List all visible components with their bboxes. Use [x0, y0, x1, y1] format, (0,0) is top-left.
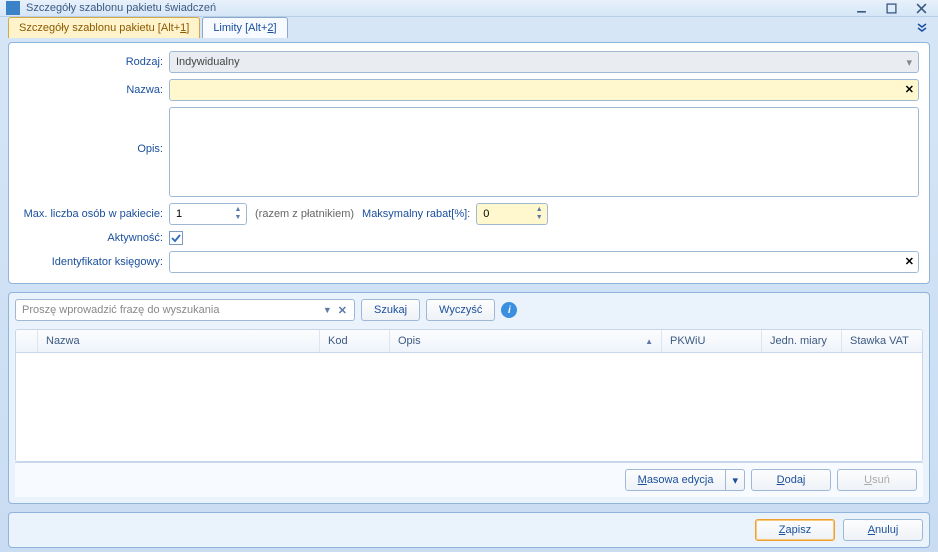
search-panel: Proszę wprowadzić frazę do wyszukania ▼ … — [8, 292, 930, 504]
col-kod[interactable]: Kod — [320, 330, 390, 352]
clear-icon[interactable]: ✕ — [905, 255, 914, 268]
spin-up-icon[interactable]: ▲ — [533, 206, 545, 214]
max-hint: (razem z płatnikiem) — [255, 208, 354, 220]
grid-header: Nazwa Kod Opis▲ PKWiU Jedn. miary Stawka… — [16, 330, 922, 353]
szukaj-button[interactable]: Szukaj — [361, 299, 420, 321]
id-label: Identyfikator księgowy: — [19, 256, 169, 268]
chevron-down-icon[interactable]: ▼ — [320, 305, 335, 315]
clear-icon[interactable]: ✕ — [905, 83, 914, 96]
rabat-value: 0 — [483, 208, 489, 220]
col-rowselector[interactable] — [16, 330, 38, 352]
titlebar: Szczegóły szablonu pakietu świadczeń — [0, 0, 938, 17]
col-vat[interactable]: Stawka VAT — [842, 330, 922, 352]
nazwa-input[interactable]: ✕ — [169, 79, 919, 101]
bottom-bar: Zapisz Anuluj — [8, 512, 930, 548]
col-pkwiu[interactable]: PKWiU — [662, 330, 762, 352]
nazwa-label: Nazwa: — [19, 84, 169, 96]
collapse-toggle-icon[interactable] — [916, 21, 928, 36]
rodzaj-select[interactable]: Indywidualny ▾ — [169, 51, 919, 73]
rodzaj-value: Indywidualny — [176, 56, 240, 68]
spin-down-icon[interactable]: ▼ — [232, 214, 244, 222]
wyczysc-button[interactable]: Wyczyść — [426, 299, 495, 321]
grid-body — [16, 353, 922, 461]
tabstrip: Szczegóły szablonu pakietu [Alt+1] Limit… — [0, 17, 938, 38]
opis-textarea[interactable] — [169, 107, 919, 197]
clear-icon[interactable]: ✕ — [335, 304, 350, 317]
spin-down-icon[interactable]: ▼ — [533, 214, 545, 222]
search-combo[interactable]: Proszę wprowadzić frazę do wyszukania ▼ … — [15, 299, 355, 321]
dodaj-button[interactable]: Dodaj — [751, 469, 831, 491]
rodzaj-label: Rodzaj: — [19, 56, 169, 68]
window-title: Szczegóły szablonu pakietu świadczeń — [26, 2, 850, 14]
rabat-input[interactable]: 0 ▲▼ — [476, 203, 548, 225]
col-opis[interactable]: Opis▲ — [390, 330, 662, 352]
app-icon — [6, 1, 20, 15]
maximize-button[interactable] — [880, 0, 902, 16]
max-osob-spinner[interactable]: 1 ▲▼ — [169, 203, 247, 225]
aktywnosc-checkbox[interactable] — [169, 231, 183, 245]
rabat-label: Maksymalny rabat[%]: — [362, 208, 470, 220]
grid-footer: MMasowa edycjaasowa edycja ▾ Dodaj Usuń — [15, 462, 923, 497]
sort-asc-icon: ▲ — [645, 337, 653, 346]
id-input[interactable]: ✕ — [169, 251, 919, 273]
col-jedn[interactable]: Jedn. miary — [762, 330, 842, 352]
anuluj-button[interactable]: Anuluj — [843, 519, 923, 541]
tab-limity[interactable]: Limity [Alt+2] — [202, 17, 287, 38]
zapisz-button[interactable]: Zapisz — [755, 519, 835, 541]
minimize-button[interactable] — [850, 0, 872, 16]
spin-up-icon[interactable]: ▲ — [232, 206, 244, 214]
chevron-down-icon: ▾ — [906, 56, 912, 69]
max-osob-value: 1 — [176, 208, 232, 220]
opis-label: Opis: — [19, 107, 169, 155]
usun-button: Usuń — [837, 469, 917, 491]
search-placeholder: Proszę wprowadzić frazę do wyszukania — [22, 304, 219, 316]
info-icon[interactable]: i — [501, 302, 517, 318]
aktywnosc-label: Aktywność: — [19, 232, 169, 244]
masowa-edycja-dropdown[interactable]: ▾ — [726, 469, 745, 491]
col-nazwa[interactable]: Nazwa — [38, 330, 320, 352]
form-panel: Rodzaj: Indywidualny ▾ Nazwa: ✕ Opis: — [8, 42, 930, 284]
tab-szczegoly[interactable]: Szczegóły szablonu pakietu [Alt+1] — [8, 17, 200, 38]
max-label: Max. liczba osób w pakiecie: — [19, 208, 169, 220]
close-button[interactable] — [910, 0, 932, 16]
window: Szczegóły szablonu pakietu świadczeń Szc… — [0, 0, 938, 552]
masowa-edycja-button[interactable]: MMasowa edycjaasowa edycja — [625, 469, 727, 491]
grid: Nazwa Kod Opis▲ PKWiU Jedn. miary Stawka… — [15, 329, 923, 462]
